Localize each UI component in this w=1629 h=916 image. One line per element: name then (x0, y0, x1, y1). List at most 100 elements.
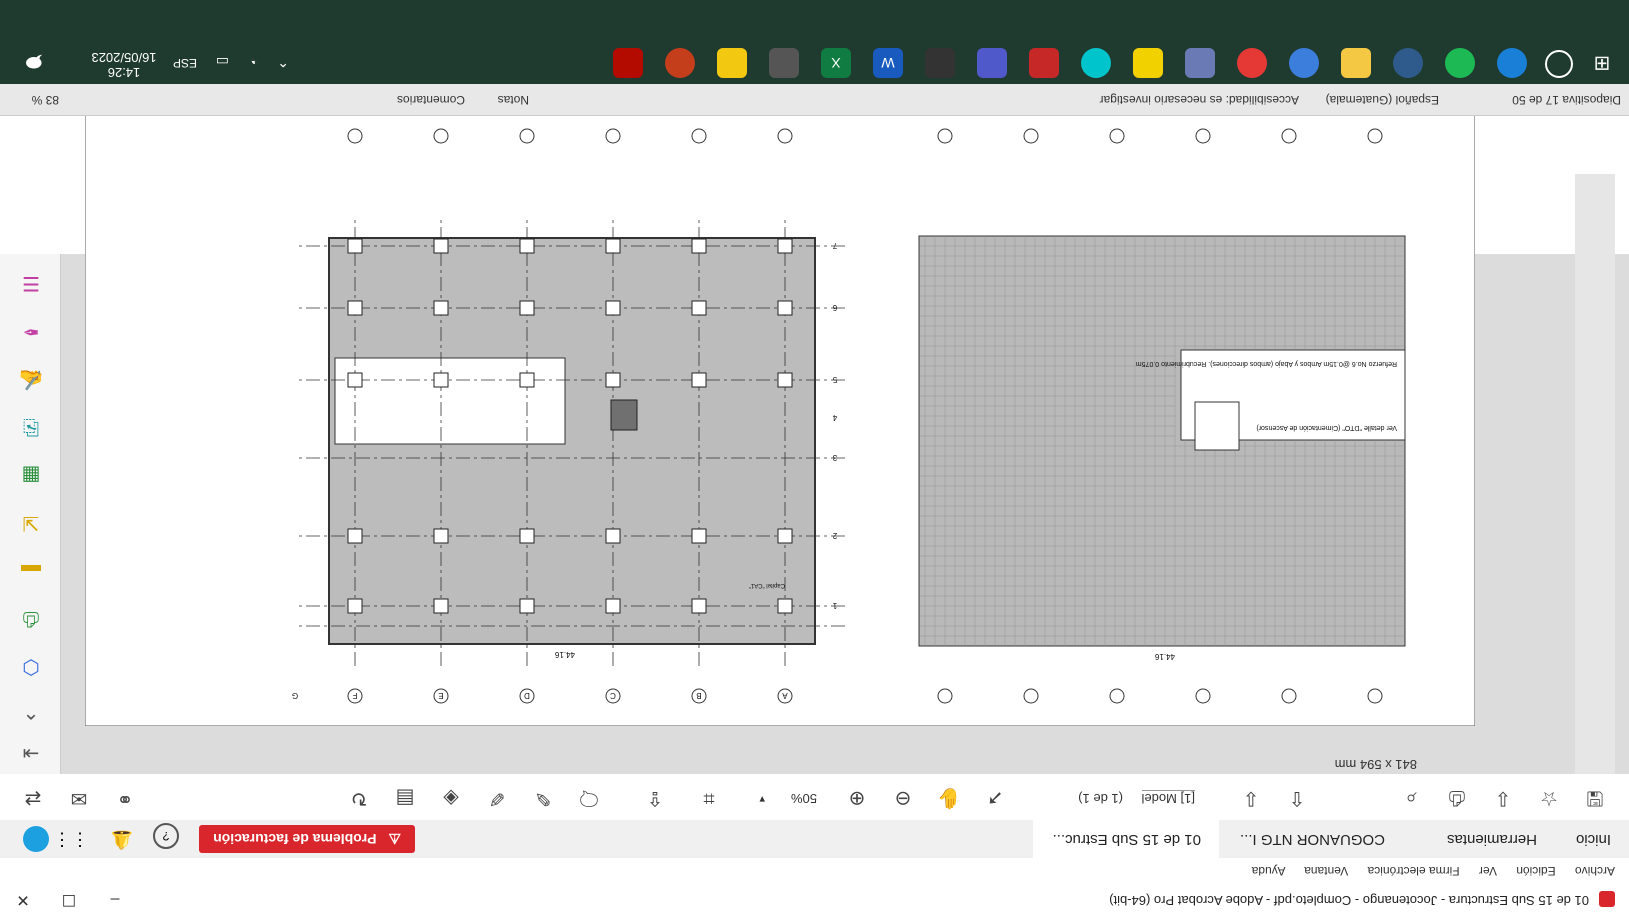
tab-current-document[interactable]: 01 de 15 Sub Estruc... ✕ (1033, 794, 1219, 858)
dim-total-mesh: 44.16 (1154, 652, 1175, 661)
comment-icon[interactable]: 🗨 (575, 784, 603, 812)
notification-icon[interactable]: 🗩 (25, 45, 43, 72)
zoom-dropdown-icon[interactable]: ▾ (759, 793, 765, 806)
clock-date: 16/05/2023 (91, 50, 157, 65)
excel-icon[interactable]: X (821, 48, 851, 78)
zoom-out-icon[interactable]: ⊖ (889, 784, 917, 812)
system-clock[interactable]: 14:26 16/05/2023 (89, 50, 159, 80)
bell-icon[interactable]: 🔔 (111, 829, 133, 850)
chat-app-icon[interactable] (769, 48, 799, 78)
sticky-notes-icon[interactable] (1133, 48, 1163, 78)
chrome-icon[interactable] (1289, 48, 1319, 78)
grid-label-3: 3 (832, 453, 837, 462)
pen-highlight-icon[interactable]: ✎ (529, 784, 557, 812)
ppt-accessibility[interactable]: Accesibilidad: es necesario investigar (1100, 93, 1299, 107)
ppt-language[interactable]: Español (Guatemala) (1326, 93, 1439, 107)
zoom-in-icon[interactable]: ⊕ (843, 784, 871, 812)
engineering-app-icon[interactable] (925, 48, 955, 78)
menu-firma[interactable]: Firma electrónica (1368, 864, 1460, 878)
maximize-icon[interactable]: ☐ (46, 882, 92, 916)
ppt-zoom[interactable]: 83 % (32, 93, 59, 107)
tray-chevron-icon[interactable]: ⌃ (277, 53, 289, 70)
collapse-panel-icon[interactable]: ⇥ (16, 738, 46, 768)
capitals-opening (334, 357, 566, 445)
hand-tool-icon[interactable]: ✋ (935, 784, 963, 812)
file-explorer-icon[interactable] (1341, 48, 1371, 78)
print-production-icon[interactable]: ⎙ (16, 604, 46, 634)
autocad-icon[interactable] (1029, 48, 1059, 78)
windows-start-icon[interactable]: ⊞ (1587, 48, 1617, 78)
menu-ventana[interactable]: Ventana (1304, 864, 1348, 878)
page-scrollbar[interactable] (1575, 174, 1615, 774)
redact-icon[interactable]: ▤ (391, 784, 419, 812)
acrobat-taskbar-icon[interactable] (613, 48, 643, 78)
fill-sign-icon[interactable]: ✍ (16, 364, 46, 394)
zoom-level-field[interactable]: 50% (791, 791, 817, 806)
menu-archivo[interactable]: Archivo (1575, 864, 1615, 878)
edit-pdf-icon[interactable]: ☰ (16, 268, 46, 298)
share-upload-icon[interactable]: ⇪ (641, 784, 669, 812)
panel-up-icon[interactable]: ⌃ (16, 696, 46, 726)
tab-coguanor[interactable]: COGUANOR NTG I... (1222, 820, 1403, 858)
battery-icon[interactable]: ▭ (216, 53, 229, 70)
capitel-label: Capitel "CA1" (749, 582, 785, 588)
warning-icon: ⚠ (388, 831, 401, 847)
canva-icon[interactable] (1081, 48, 1111, 78)
minimize-icon[interactable]: – (92, 882, 138, 916)
grid-label-a: A (782, 691, 788, 700)
plan-capitals: 44.16 Capitel "CA1" (295, 216, 845, 666)
grid-label-1: 1 (832, 601, 837, 610)
teams-icon[interactable] (977, 48, 1007, 78)
tab-inicio[interactable]: Inicio (1558, 820, 1629, 858)
powerbi-icon[interactable] (717, 48, 747, 78)
billing-alert-label: Problema de facturación (213, 831, 377, 847)
comment-tool-icon[interactable]: ▬ (16, 556, 46, 586)
powerpoint-icon[interactable] (665, 48, 695, 78)
windows-taskbar: ⊞ W X ⌃ ◔ ▭ ESP 14:26 16/05/2023 🗩 (0, 0, 1629, 84)
bookmark-star-icon[interactable]: ☆ (1535, 784, 1563, 812)
organize-pages-icon[interactable]: ▦ (16, 460, 46, 490)
save-icon[interactable]: 🖫 (1581, 784, 1609, 812)
menu-ver[interactable]: Ver (1479, 864, 1497, 878)
page-number-field[interactable]: [1] Model (1141, 790, 1195, 806)
edge-icon[interactable] (1497, 48, 1527, 78)
export-pdf-icon[interactable]: ⇲ (16, 508, 46, 538)
print-icon[interactable]: ⎙ (1443, 784, 1471, 812)
menu-edicion[interactable]: Edición (1516, 864, 1555, 878)
apps-grid-icon[interactable]: ⋮⋮ (53, 829, 89, 850)
tab-herramientas[interactable]: Herramientas (1429, 820, 1555, 858)
close-icon[interactable]: ✕ (0, 882, 46, 916)
search-taskbar-icon[interactable] (1545, 50, 1573, 78)
calculator-icon[interactable] (1185, 48, 1215, 78)
ppt-notes[interactable]: Notas (498, 93, 529, 107)
dim-total-capitals: 44.16 (554, 650, 575, 659)
share-icon[interactable]: ⇄ (19, 784, 47, 812)
input-language[interactable]: ESP (173, 56, 197, 70)
link-icon[interactable]: ⚭ (111, 784, 139, 812)
page-up-icon[interactable]: ⇧ (1283, 784, 1311, 812)
wifi-icon[interactable]: ◔ (251, 54, 259, 70)
email-icon[interactable]: ✉ (65, 784, 93, 812)
media-icon[interactable] (1237, 48, 1267, 78)
stamp-icon[interactable]: ◈ (437, 784, 465, 812)
create-pdf-icon[interactable]: ⎘ (16, 412, 46, 442)
spotify-icon[interactable] (1445, 48, 1475, 78)
page-down-icon[interactable]: ⇩ (1237, 784, 1265, 812)
protect-icon[interactable]: ⬡ (16, 652, 46, 682)
note-elevator-detail: Ver detalle "DTO" (Cimentación de Ascens… (1256, 424, 1397, 431)
menu-ayuda[interactable]: Ayuda (1252, 864, 1286, 878)
help-icon[interactable]: ? (153, 823, 179, 849)
download-icon[interactable]: ⇩ (1489, 784, 1517, 812)
rotate-icon[interactable]: ↻ (345, 784, 373, 812)
word-icon[interactable]: W (873, 48, 903, 78)
grid-label-d: D (524, 691, 530, 700)
search-icon[interactable]: ⌕ (1397, 784, 1425, 812)
draw-icon[interactable]: ✐ (483, 784, 511, 812)
request-signature-icon[interactable]: ✒ (16, 316, 46, 346)
select-arrow-icon[interactable]: ➚ (981, 784, 1009, 812)
marquee-zoom-icon[interactable]: ⌗ (695, 784, 723, 812)
avatar[interactable] (23, 826, 49, 852)
billing-alert-button[interactable]: ⚠ Problema de facturación (199, 825, 415, 853)
app-circle-icon[interactable] (1393, 48, 1423, 78)
ppt-comments[interactable]: Comentarios (397, 93, 465, 107)
